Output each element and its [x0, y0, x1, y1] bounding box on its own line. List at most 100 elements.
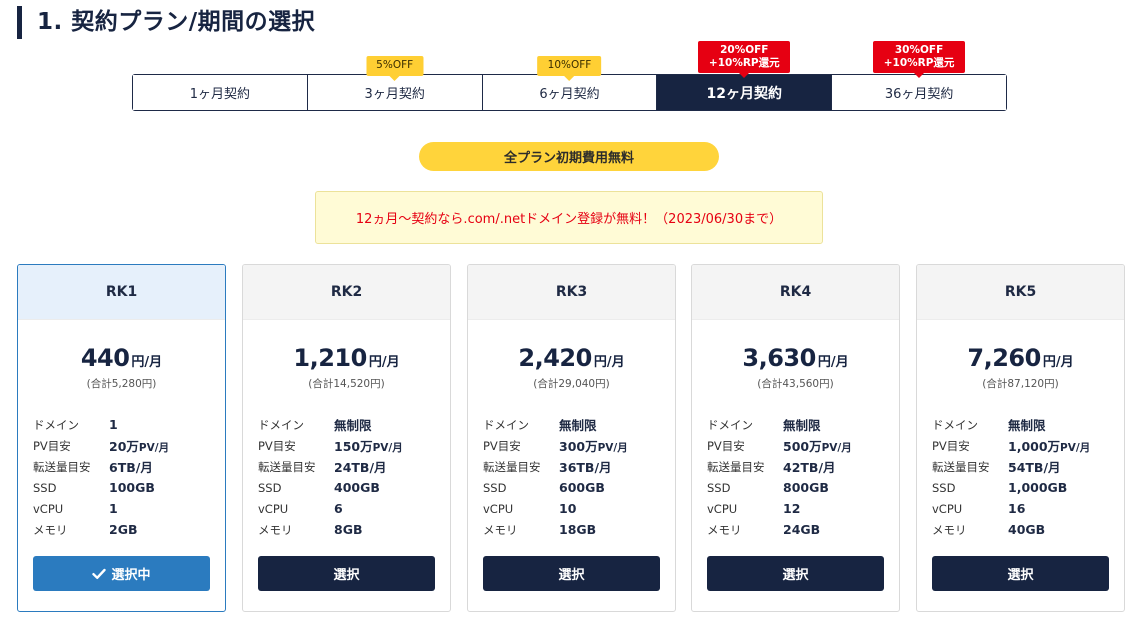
spec-value-text: 800GB — [783, 480, 829, 495]
tab-period-4[interactable]: 12ヶ月契約 20%OFF +10%RP還元 — [656, 41, 832, 110]
spec-label: ドメイン — [932, 417, 978, 432]
plan-selection-section: 1. 契約プラン/期間の選択 1ヶ月契約 3ヶ月契約 5%OFF 6ヶ月契約 10%OF… — [0, 0, 1128, 623]
spec-value: 24TB/月 — [334, 457, 387, 476]
spec-value-suffix: PV/月 — [821, 442, 852, 454]
spec-row: ドメイン 無制限 — [707, 414, 899, 435]
price-total: (合計29,040円) — [533, 378, 610, 390]
spec-row: 転送量目安 36TB/月 — [483, 456, 675, 477]
select-button[interactable]: 選択 — [258, 556, 435, 591]
spec-label: PV目安 — [258, 438, 296, 453]
tab-label: 12ヶ月契約 — [706, 85, 783, 102]
spec-value: 2GB — [109, 522, 138, 537]
tab-label: 3ヶ月契約 — [364, 87, 425, 102]
price-row: 3,630 円/月 — [692, 344, 899, 374]
spec-value-text: 24GB — [783, 522, 821, 537]
monthly-price: 440 — [80, 344, 130, 372]
price-unit: 円/月 — [1042, 355, 1074, 370]
spec-row: vCPU 1 — [33, 498, 225, 519]
spec-label: SSD — [707, 480, 731, 495]
tab-label: 6ヶ月契約 — [539, 87, 600, 102]
badge-line: 20%OFF — [720, 44, 769, 56]
tab-period-5[interactable]: 36ヶ月契約 30%OFF +10%RP還元 — [831, 41, 1006, 110]
spec-value-text: 1 — [109, 417, 118, 432]
spec-value: 1 — [109, 417, 118, 432]
selected-button[interactable]: 選択中 — [33, 556, 210, 591]
plan-card-rk3: RK3 2,420 円/月 (合計29,040円) ドメイン 無制限 PV目安 300万PV/… — [467, 264, 676, 612]
monthly-price: 2,420 — [518, 344, 592, 372]
spec-value: 無制限 — [559, 415, 597, 434]
spec-value-text: 150万 — [334, 439, 373, 454]
plan-card-rk4: RK4 3,630 円/月 (合計43,560円) ドメイン 無制限 PV目安 500万PV/… — [691, 264, 900, 612]
price-total: (合計43,560円) — [757, 378, 834, 390]
button-label: 選択 — [558, 568, 585, 583]
spec-value-text: 12 — [783, 501, 801, 516]
spec-value-text: 1,000万 — [1008, 439, 1061, 454]
price-unit: 円/月 — [131, 355, 163, 370]
spec-value: 600GB — [559, 480, 605, 495]
spec-value: 150万PV/月 — [334, 436, 403, 455]
tab-period-1[interactable]: 1ヶ月契約 — [133, 75, 307, 110]
spec-value-text: 16 — [1008, 501, 1026, 516]
check-icon — [92, 568, 107, 579]
discount-badge: 5%OFF — [366, 56, 424, 81]
button-label: 選択中 — [111, 568, 151, 583]
spec-value-text: 500万 — [783, 439, 822, 454]
spec-label: PV目安 — [932, 438, 970, 453]
discount-badge: 10%OFF — [537, 56, 602, 81]
plan-name: RK3 — [468, 265, 675, 320]
section-title: 1. 契約プラン/期間の選択 — [17, 6, 315, 39]
spec-row: メモリ 40GB — [932, 519, 1124, 540]
spec-row: SSD 1,000GB — [932, 477, 1124, 498]
spec-value-text: 無制限 — [1008, 418, 1046, 433]
tab-label: 36ヶ月契約 — [884, 87, 954, 102]
price-row: 7,260 円/月 — [917, 344, 1124, 374]
badge-line: 5%OFF — [376, 59, 414, 71]
spec-row: PV目安 300万PV/月 — [483, 435, 675, 456]
spec-row: メモリ 2GB — [33, 519, 225, 540]
spec-value: 36TB/月 — [559, 457, 612, 476]
spec-label: メモリ — [707, 522, 742, 537]
spec-label: 転送量目安 — [258, 459, 316, 474]
spec-value: 12 — [783, 501, 800, 516]
price-row: 2,420 円/月 — [468, 344, 675, 374]
spec-row: ドメイン 1 — [33, 414, 225, 435]
plan-card-rk2: RK2 1,210 円/月 (合計14,520円) ドメイン 無制限 PV目安 150万PV/… — [242, 264, 451, 612]
price-unit: 円/月 — [368, 355, 400, 370]
spec-value-text: 10 — [559, 501, 577, 516]
period-tabs: 1ヶ月契約 3ヶ月契約 5%OFF 6ヶ月契約 10%OFF 12ヶ月契約 20%OFF +1… — [132, 41, 1007, 111]
tab-period-3[interactable]: 6ヶ月契約 10%OFF — [481, 56, 657, 110]
spec-value-text: 54TB/月 — [1008, 460, 1061, 475]
spec-label: vCPU — [33, 501, 64, 516]
spec-row: PV目安 150万PV/月 — [258, 435, 450, 456]
spec-label: 転送量目安 — [932, 459, 990, 474]
spec-row: ドメイン 無制限 — [932, 414, 1124, 435]
spec-row: vCPU 10 — [483, 498, 675, 519]
select-button[interactable]: 選択 — [483, 556, 660, 591]
badge-line: +10%RP還元 — [708, 57, 780, 69]
spec-value-text: 36TB/月 — [559, 460, 612, 475]
spec-value-text: 無制限 — [783, 418, 821, 433]
tab-period-2[interactable]: 3ヶ月契約 5%OFF — [306, 56, 482, 110]
discount-badge: 20%OFF +10%RP還元 — [698, 41, 791, 78]
spec-value: 1,000万PV/月 — [1008, 436, 1090, 455]
spec-value: 500万PV/月 — [783, 436, 852, 455]
spec-label: PV目安 — [33, 438, 71, 453]
spec-value: 無制限 — [1008, 415, 1046, 434]
select-button[interactable]: 選択 — [707, 556, 884, 591]
spec-label: ドメイン — [33, 417, 79, 432]
spec-value-text: 2GB — [109, 522, 138, 537]
spec-label: SSD — [483, 480, 507, 495]
badge-line: 30%OFF — [894, 44, 944, 56]
spec-value-text: 8GB — [334, 522, 363, 537]
select-button[interactable]: 選択 — [932, 556, 1109, 591]
spec-value: 20万PV/月 — [109, 436, 169, 455]
monthly-price: 3,630 — [742, 344, 816, 372]
spec-row: vCPU 6 — [258, 498, 450, 519]
spec-label: vCPU — [483, 501, 514, 516]
spec-row: SSD 800GB — [707, 477, 899, 498]
spec-value-text: 6TB/月 — [109, 460, 153, 475]
spec-value-text: 42TB/月 — [783, 460, 836, 475]
spec-label: メモリ — [33, 522, 68, 537]
spec-row: SSD 100GB — [33, 477, 225, 498]
spec-value: 8GB — [334, 522, 363, 537]
